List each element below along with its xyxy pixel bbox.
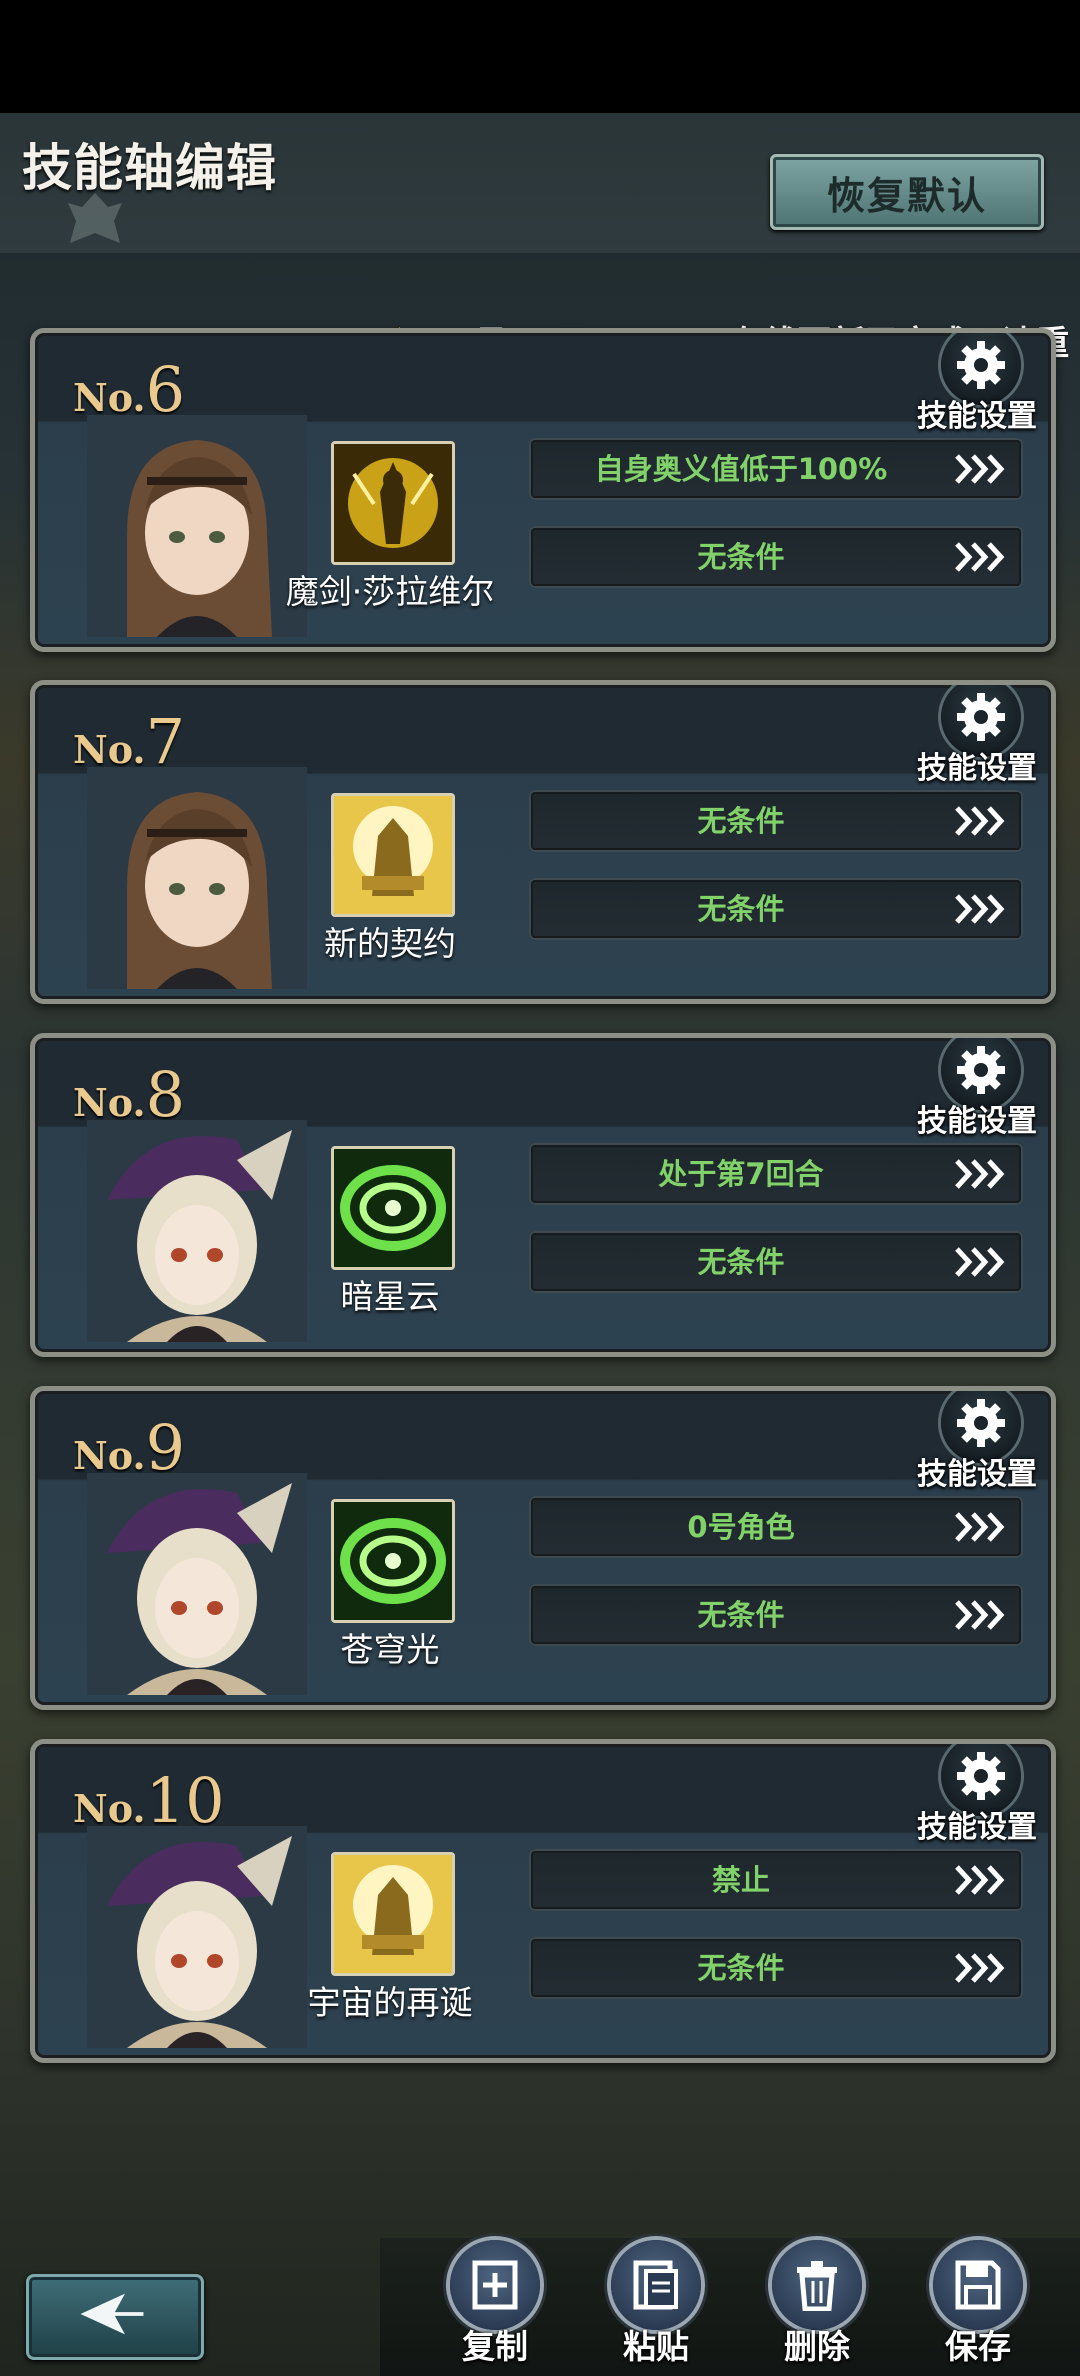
skill-card[interactable]: No.8 技能设置 暗星云 处于第7回合 无条件 bbox=[30, 1033, 1056, 1357]
character-portrait bbox=[87, 1826, 307, 2048]
gear-icon bbox=[957, 1752, 1005, 1800]
condition-selector[interactable]: 无条件 bbox=[529, 1937, 1023, 1999]
golden-armor-icon bbox=[331, 1852, 455, 1976]
page-title: 技能轴编辑 bbox=[22, 139, 277, 197]
character-portrait bbox=[87, 415, 307, 637]
triple-chevron-icon bbox=[955, 542, 1005, 572]
skill-settings-button[interactable]: 技能设置 bbox=[903, 1038, 1051, 1140]
gear-icon bbox=[957, 341, 1005, 389]
triple-chevron-icon bbox=[955, 1159, 1005, 1189]
save-button[interactable]: 保存 bbox=[923, 2240, 1033, 2376]
triple-chevron-icon bbox=[955, 894, 1005, 924]
skill-name: 苍穹光 bbox=[340, 1630, 440, 1669]
skill-card[interactable]: No.6 技能设置 魔剑·莎拉维尔 自身奥义值低于100% 无条件 bbox=[30, 328, 1056, 652]
green-vortex-icon bbox=[331, 1146, 455, 1270]
skill-card[interactable]: No.7 技能设置 新的契约 无条件 无条件 bbox=[30, 680, 1056, 1004]
status-bar bbox=[0, 0, 1080, 113]
delete-button[interactable]: 删除 bbox=[762, 2240, 872, 2376]
triple-chevron-icon bbox=[955, 1247, 1005, 1277]
skill-name: 魔剑·莎拉维尔 bbox=[285, 572, 495, 611]
skill-name: 暗星云 bbox=[340, 1277, 440, 1316]
skill-settings-button[interactable]: 技能设置 bbox=[903, 685, 1051, 787]
gear-icon bbox=[957, 1046, 1005, 1094]
copy-button[interactable]: 复制 bbox=[440, 2240, 550, 2376]
triple-chevron-icon bbox=[955, 1512, 1005, 1542]
paste-icon bbox=[633, 2260, 678, 2310]
skill-name: 新的契约 bbox=[324, 924, 456, 963]
trash-icon bbox=[797, 2261, 837, 2311]
skill-settings-button[interactable]: 技能设置 bbox=[903, 1391, 1051, 1493]
green-vortex-icon bbox=[331, 1499, 455, 1623]
condition-selector[interactable]: 无条件 bbox=[529, 1231, 1023, 1293]
character-portrait bbox=[87, 767, 307, 989]
triple-chevron-icon bbox=[955, 1865, 1005, 1895]
triple-chevron-icon bbox=[955, 806, 1005, 836]
condition-selector[interactable]: 无条件 bbox=[529, 526, 1023, 588]
back-arrow-icon bbox=[80, 2293, 144, 2335]
skill-card[interactable]: No.9 技能设置 苍穹光 0号角色 无条件 bbox=[30, 1386, 1056, 1710]
paste-button[interactable]: 粘贴 bbox=[601, 2240, 711, 2376]
triple-chevron-icon bbox=[955, 1600, 1005, 1630]
skill-settings-button[interactable]: 技能设置 bbox=[903, 1744, 1051, 1846]
condition-selector[interactable]: 自身奥义值低于100% bbox=[529, 438, 1023, 500]
character-portrait bbox=[87, 1473, 307, 1695]
skill-settings-button[interactable]: 技能设置 bbox=[903, 333, 1051, 435]
restore-default-button[interactable]: 恢复默认 bbox=[770, 154, 1044, 230]
condition-selector[interactable]: 禁止 bbox=[529, 1849, 1023, 1911]
copy-icon bbox=[472, 2260, 518, 2310]
triple-chevron-icon bbox=[955, 1953, 1005, 1983]
golden-warrior-icon bbox=[331, 441, 455, 565]
save-disk-icon bbox=[955, 2260, 1001, 2310]
gear-icon bbox=[957, 1399, 1005, 1447]
condition-selector[interactable]: 处于第7回合 bbox=[529, 1143, 1023, 1205]
condition-selector[interactable]: 0号角色 bbox=[529, 1496, 1023, 1558]
condition-selector[interactable]: 无条件 bbox=[529, 878, 1023, 940]
condition-selector[interactable]: 无条件 bbox=[529, 1584, 1023, 1646]
back-button[interactable] bbox=[26, 2274, 204, 2360]
skill-card[interactable]: No.10 技能设置 宇宙的再诞 禁止 无条件 bbox=[30, 1739, 1056, 2063]
gear-icon bbox=[957, 693, 1005, 741]
skill-name: 宇宙的再诞 bbox=[307, 1983, 473, 2022]
condition-selector[interactable]: 无条件 bbox=[529, 790, 1023, 852]
triple-chevron-icon bbox=[955, 454, 1005, 484]
character-portrait bbox=[87, 1120, 307, 1342]
golden-armor-icon bbox=[331, 793, 455, 917]
